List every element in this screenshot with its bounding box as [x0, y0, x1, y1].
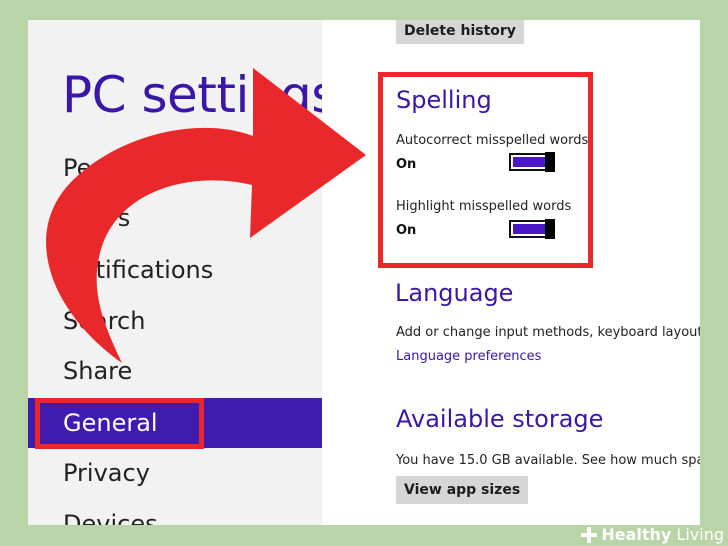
- watermark: Healthy Living: [581, 525, 724, 544]
- watermark-brand-bold: Healthy: [601, 525, 672, 544]
- watermark-brand-rest: Living: [671, 525, 724, 544]
- arrow-shape: [46, 68, 367, 363]
- screenshot-frame: PC settings Personalize Users Notificati…: [28, 20, 700, 525]
- plus-icon: [581, 526, 598, 543]
- curved-arrow-icon: [46, 68, 367, 363]
